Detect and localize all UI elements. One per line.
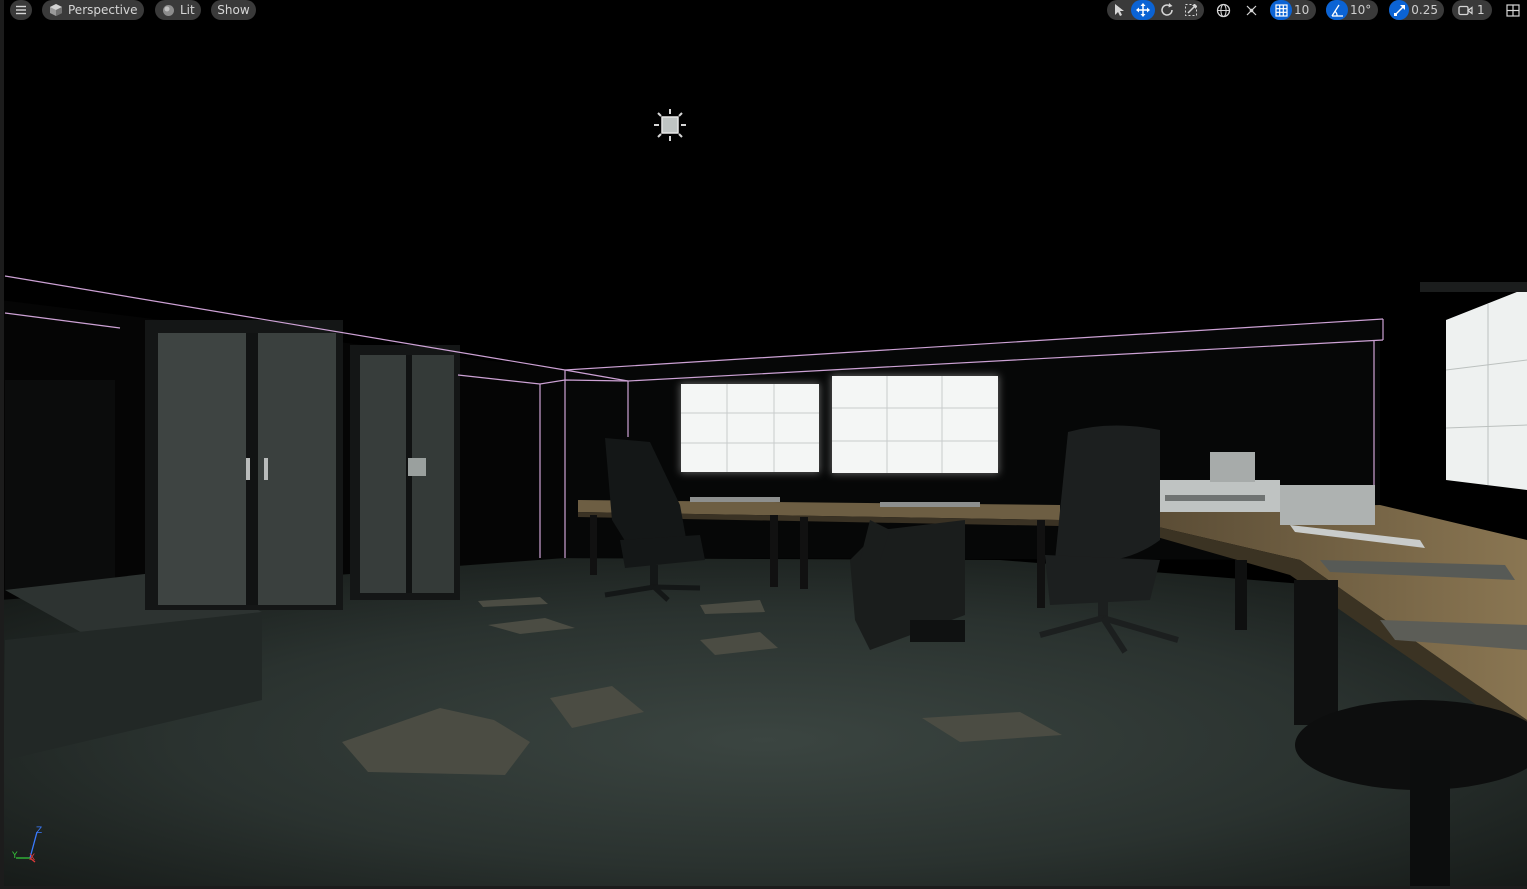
hamburger-menu-icon [15, 5, 27, 15]
surface-snap-icon [1244, 3, 1259, 18]
grid-snap-control: 10 [1270, 0, 1316, 20]
viewport-layout-icon [1506, 3, 1520, 17]
world-local-toggle[interactable] [1212, 0, 1234, 20]
show-label: Show [217, 3, 250, 17]
scene-render [0, 275, 1527, 889]
translate-mode-button[interactable] [1131, 0, 1155, 20]
grid-snap-value[interactable]: 10 [1292, 3, 1315, 17]
viewport-menu-button[interactable] [10, 0, 32, 20]
view-mode-dropdown[interactable]: Lit [155, 0, 201, 20]
cabinet-right [350, 345, 460, 600]
rotation-snap-control: 10° [1326, 0, 1378, 20]
paper-box [1280, 485, 1375, 525]
grid-snap-toggle[interactable] [1270, 0, 1292, 20]
move-arrows-icon [1136, 3, 1150, 17]
surface-snap-button[interactable] [1240, 0, 1262, 20]
axis-z-label: Z [36, 826, 43, 836]
arrow-cursor-icon [1113, 3, 1125, 17]
light-source-icon[interactable] [652, 108, 688, 142]
axis-gizmo: Z Y X [10, 826, 46, 866]
scale-snap-control: 0.25 [1389, 0, 1444, 20]
axis-x-label: X [29, 853, 36, 863]
scale-icon [1184, 3, 1198, 17]
transform-tools [1107, 0, 1204, 20]
axis-y-label: Y [12, 851, 18, 861]
cabinet-left [145, 320, 343, 610]
camera-icon [1458, 5, 1473, 16]
rotate-icon [1160, 3, 1174, 17]
camera-speed-value: 1 [1477, 3, 1485, 17]
right-window [1420, 282, 1527, 490]
lit-label: Lit [180, 3, 195, 17]
scale-snap-toggle[interactable] [1389, 0, 1410, 20]
perspective-label: Perspective [68, 3, 138, 17]
cube-icon [49, 3, 63, 17]
perspective-dropdown[interactable]: Perspective [42, 0, 144, 20]
sphere-icon [162, 4, 175, 17]
rotation-snap-toggle[interactable] [1326, 0, 1348, 20]
camera-speed-control[interactable]: 1 [1452, 0, 1492, 20]
rotation-snap-value[interactable]: 10° [1348, 3, 1377, 17]
select-mode-button[interactable] [1107, 0, 1131, 20]
angle-icon [1330, 4, 1344, 17]
grid-icon [1274, 3, 1288, 17]
scale-snap-value[interactable]: 0.25 [1409, 3, 1444, 17]
globe-icon [1216, 3, 1231, 18]
show-dropdown[interactable]: Show [211, 0, 256, 20]
scale-mode-button[interactable] [1179, 0, 1203, 20]
chair-center [850, 520, 965, 650]
back-windows [680, 375, 999, 474]
viewport-layout-button[interactable] [1502, 0, 1524, 20]
level-viewport[interactable] [0, 0, 1527, 889]
wall-panel [5, 380, 115, 590]
rotate-mode-button[interactable] [1155, 0, 1179, 20]
scale-arrow-icon [1393, 4, 1406, 17]
viewport-border-left [0, 0, 4, 889]
